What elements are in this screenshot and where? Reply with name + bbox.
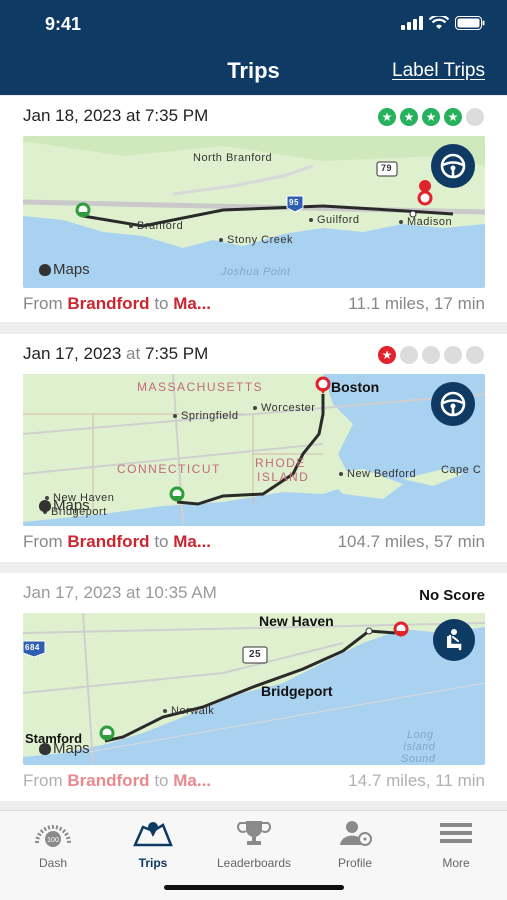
map-place-label: Long	[407, 729, 434, 741]
map-place-label: Boston	[331, 379, 380, 395]
map-place-label: Stony Creek	[219, 234, 293, 246]
tab-more[interactable]: More	[406, 819, 506, 870]
profile-icon	[340, 821, 372, 846]
star-empty-icon	[444, 346, 462, 364]
route-shield: 25	[249, 649, 262, 660]
route-shield: 684	[25, 643, 40, 652]
trip-card[interactable]: Jan 17, 2023 at 10:35 AM No Score New Ha…	[0, 573, 507, 801]
trip-date: Jan 17, 2023 at 7:35 PM	[23, 344, 209, 363]
trip-card[interactable]: Jan 18, 2023 at 7:35 PM North Branford B…	[0, 96, 507, 322]
trip-mode-badge[interactable]	[431, 144, 475, 188]
trip-mode-badge[interactable]	[433, 619, 475, 661]
trip-stats: 11.1 miles, 17 min	[348, 294, 485, 313]
map-place-label: Cape C	[441, 464, 482, 476]
signal-icon	[401, 16, 423, 30]
tab-leaderboards[interactable]: Leaderboards	[204, 819, 304, 870]
map-place-label: Joshua Point	[221, 266, 291, 278]
star-empty-icon	[422, 346, 440, 364]
trip-score-stars	[378, 108, 484, 126]
tab-profile[interactable]: Profile	[305, 819, 405, 870]
map-place-label: Sound	[401, 753, 436, 765]
star-filled-icon	[400, 108, 418, 126]
trip-map[interactable]: New Haven Bridgeport Norwalk Stamford Lo…	[23, 613, 485, 765]
svg-text:100: 100	[47, 837, 59, 844]
trip-score-stars	[378, 346, 484, 364]
map-place-label: New Haven	[259, 613, 334, 629]
map-place-label: Worcester	[253, 402, 315, 414]
map-place-label: CONNECTICUT	[117, 462, 221, 476]
speedometer-icon: 100	[35, 825, 71, 847]
star-filled-icon	[378, 346, 396, 364]
trip-mode-badge[interactable]	[431, 382, 475, 426]
steering-wheel-icon	[440, 391, 466, 417]
trip-date: Jan 17, 2023 at 10:35 AM	[23, 583, 217, 602]
top-bar: 9:41 Trips Label Trips	[0, 0, 507, 95]
trip-map[interactable]: MASSACHUSETTS Boston Springfield Worcest…	[23, 374, 485, 526]
map-place-label: MASSACHUSETTS	[137, 380, 264, 394]
passenger-seat-icon	[447, 629, 462, 651]
map-place-label: North Branford	[193, 152, 273, 164]
apple-icon	[39, 499, 51, 512]
map-place-label: Norwalk	[163, 705, 214, 717]
trip-stats: 104.7 miles, 57 min	[337, 532, 485, 551]
trip-date: Jan 18, 2023 at 7:35 PM	[23, 106, 209, 125]
star-filled-icon	[422, 108, 440, 126]
map-place-label: Bridgeport	[261, 683, 333, 699]
map-place-label: ISLAND	[257, 470, 310, 484]
star-filled-icon	[378, 108, 396, 126]
trip-summary: From Brandford to Ma... 11.1 miles, 17 m…	[23, 294, 485, 314]
steering-wheel-icon	[440, 153, 466, 179]
wifi-icon	[429, 16, 449, 29]
apple-icon	[39, 263, 51, 276]
apple-maps-logo: Maps	[39, 740, 90, 757]
route-shield: 79	[381, 163, 393, 173]
trophy-icon	[237, 821, 271, 845]
status-icons	[401, 16, 485, 30]
home-indicator[interactable]	[164, 885, 344, 890]
trip-stats: 14.7 miles, 11 min	[348, 771, 485, 790]
route-shield: 95	[289, 198, 299, 207]
map-place-label: Springfield	[173, 410, 238, 422]
map-place-label: New Bedford	[339, 468, 416, 480]
trip-route: From Brandford to Ma...	[23, 532, 212, 551]
trip-summary: From Brandford to Ma... 104.7 miles, 57 …	[23, 532, 485, 552]
trip-card[interactable]: Jan 17, 2023 at 7:35 PM MASSACHUSETTS Bo…	[0, 334, 507, 562]
tab-trips[interactable]: Trips	[103, 819, 203, 870]
trip-route: From Brandford to Ma...	[23, 771, 212, 790]
map-icon	[133, 822, 173, 847]
map-place-label: Guilford	[309, 214, 360, 226]
no-score-label: No Score	[419, 587, 485, 604]
map-place-label: Madison	[399, 216, 452, 228]
apple-icon	[39, 742, 51, 755]
star-filled-icon	[444, 108, 462, 126]
trip-route: From Brandford to Ma...	[23, 294, 212, 313]
map-place-label: RHODE	[255, 456, 306, 470]
battery-icon	[455, 16, 485, 30]
star-empty-icon	[400, 346, 418, 364]
menu-icon	[440, 823, 472, 843]
star-empty-icon	[466, 346, 484, 364]
apple-maps-logo: Maps	[39, 497, 90, 514]
status-time: 9:41	[45, 14, 82, 34]
trip-map[interactable]: North Branford Branford Stony Creek Guil…	[23, 136, 485, 288]
label-trips-link[interactable]: Label Trips	[392, 60, 485, 82]
map-place-label: Island	[403, 741, 436, 753]
star-empty-icon	[466, 108, 484, 126]
trip-summary: From Brandford to Ma... 14.7 miles, 11 m…	[23, 771, 485, 791]
apple-maps-logo: Maps	[39, 261, 90, 278]
tab-dash[interactable]: 100 Dash	[3, 819, 103, 870]
map-place-label: Branford	[129, 220, 183, 232]
